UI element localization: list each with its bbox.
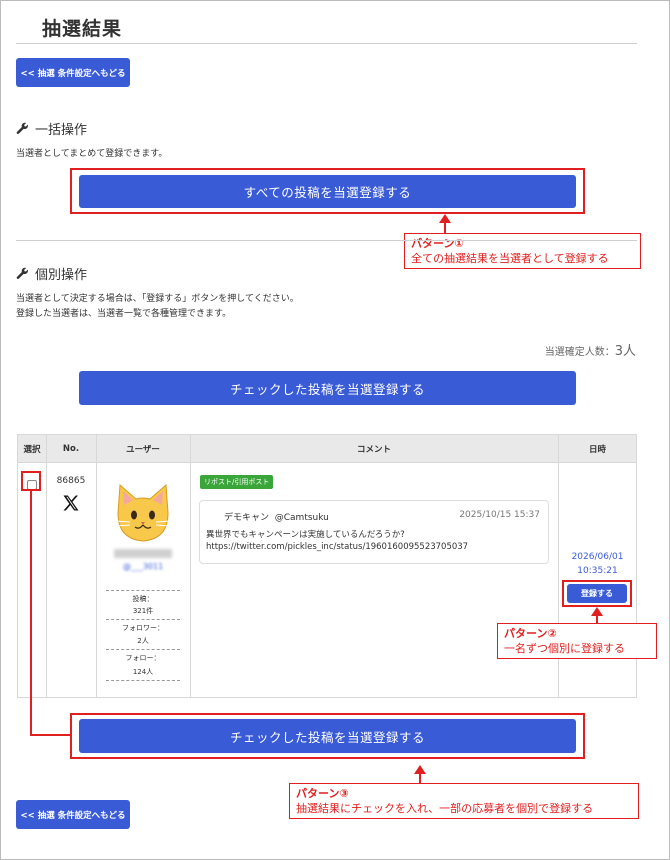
header-comment: コメント xyxy=(356,445,391,455)
pattern2-annotation: パターン② 一名ずつ個別に登録する xyxy=(497,623,657,659)
pattern3-arrow-line xyxy=(419,773,421,783)
individual-description-1: 当選者として決定する場合は、「登録する」ボタンを押してください。 xyxy=(16,294,299,304)
confirmed-count-value: 3人 xyxy=(614,344,636,359)
posts-value: 321件 xyxy=(132,607,154,615)
section-divider xyxy=(16,240,637,241)
page-title: 抽選結果 xyxy=(42,18,123,40)
individual-description-2: 登録した当選者は、当選者一覧で各種管理できます。 xyxy=(16,309,232,319)
following-label: フォロー： xyxy=(125,654,161,662)
back-to-settings-button-top[interactable]: << 抽選 条件設定へもどる xyxy=(16,58,130,87)
confirmed-count: 当選確定人数：3人 xyxy=(545,340,636,359)
register-checked-posts-button-bottom[interactable]: チェックした投稿を当選登録する xyxy=(79,719,576,753)
followers-value: 2人 xyxy=(137,637,149,645)
pattern1-arrow-icon xyxy=(439,214,451,223)
pattern3-text: 抽選結果にチェックを入れ、一部の応募者を個別で登録する xyxy=(296,802,594,815)
followers-label: フォロワー： xyxy=(122,624,164,632)
pattern3-title: パターン③ xyxy=(296,787,349,800)
row-number: 86865 xyxy=(56,476,86,486)
pattern3-annotation: パターン③ 抽選結果にチェックを入れ、一部の応募者を個別で登録する xyxy=(289,783,639,819)
register-checked-posts-button-top[interactable]: チェックした投稿を当選登録する xyxy=(79,371,576,405)
bulk-section-title: 一括操作 xyxy=(16,119,87,138)
pattern1-annotation: パターン① 全ての抽選結果を当選者として登録する xyxy=(404,233,641,269)
individual-section-label: 個別操作 xyxy=(35,268,88,283)
title-divider xyxy=(16,43,637,44)
cat-face-icon xyxy=(110,479,176,545)
confirmed-count-label: 当選確定人数： xyxy=(544,347,615,358)
individual-section-title: 個別操作 xyxy=(16,264,87,283)
header-select: 選択 xyxy=(23,445,41,455)
bulk-section-label: 一括操作 xyxy=(35,123,88,138)
tweet-author-line: デモキャン @Camtsuku xyxy=(224,510,329,523)
register-all-posts-button[interactable]: すべての投稿を当選登録する xyxy=(79,175,576,208)
tweet-datetime: 2025/10/15 15:37 xyxy=(459,510,540,520)
pattern1-title: パターン① xyxy=(411,237,464,250)
tweet-author: デモキャン xyxy=(224,513,270,523)
tweet-handle: @Camtsuku xyxy=(274,513,329,523)
tweet-card: デモキャン @Camtsuku 2025/10/15 15:37 異世界でもキャ… xyxy=(199,500,549,564)
pattern1-text: 全ての抽選結果を当選者として登録する xyxy=(411,252,609,265)
back-to-settings-button-bottom[interactable]: << 抽選 条件設定へもどる xyxy=(16,800,130,829)
x-logo-icon xyxy=(61,493,81,513)
tweet-text: 異世界でもキャンペーンは実施しているんだろうか? xyxy=(206,530,405,540)
pattern3-horizontal-connector xyxy=(30,734,71,736)
repost-badge: リポスト/引用ポスト xyxy=(200,475,274,489)
entry-date: 2026/06/01 xyxy=(571,552,624,562)
pattern2-title: パターン② xyxy=(504,627,557,640)
posts-label: 投稿： xyxy=(132,595,154,603)
register-single-button[interactable]: 登録する xyxy=(567,584,627,603)
wrench-icon xyxy=(16,267,28,279)
header-datetime: 日時 xyxy=(588,445,606,455)
bulk-section-description: 当選者としてまとめて登録できます。 xyxy=(16,149,168,159)
tweet-url[interactable]: https://twitter.com/pickles_inc/status/1… xyxy=(206,542,468,552)
table-header-row: 選択 No. ユーザー コメント 日時 xyxy=(18,435,636,463)
username-blur xyxy=(114,549,172,558)
entry-time: 10:35:21 xyxy=(577,566,618,576)
following-value: 124人 xyxy=(132,668,154,676)
header-user: ユーザー xyxy=(126,445,160,455)
wrench-icon xyxy=(16,122,28,134)
pattern2-text: 一名ずつ個別に登録する xyxy=(504,642,625,655)
username-link[interactable]: @___3011 xyxy=(114,562,172,571)
pattern3-checkbox-highlight xyxy=(21,471,41,491)
pattern3-vertical-connector xyxy=(30,491,32,735)
header-no: No. xyxy=(62,444,80,454)
